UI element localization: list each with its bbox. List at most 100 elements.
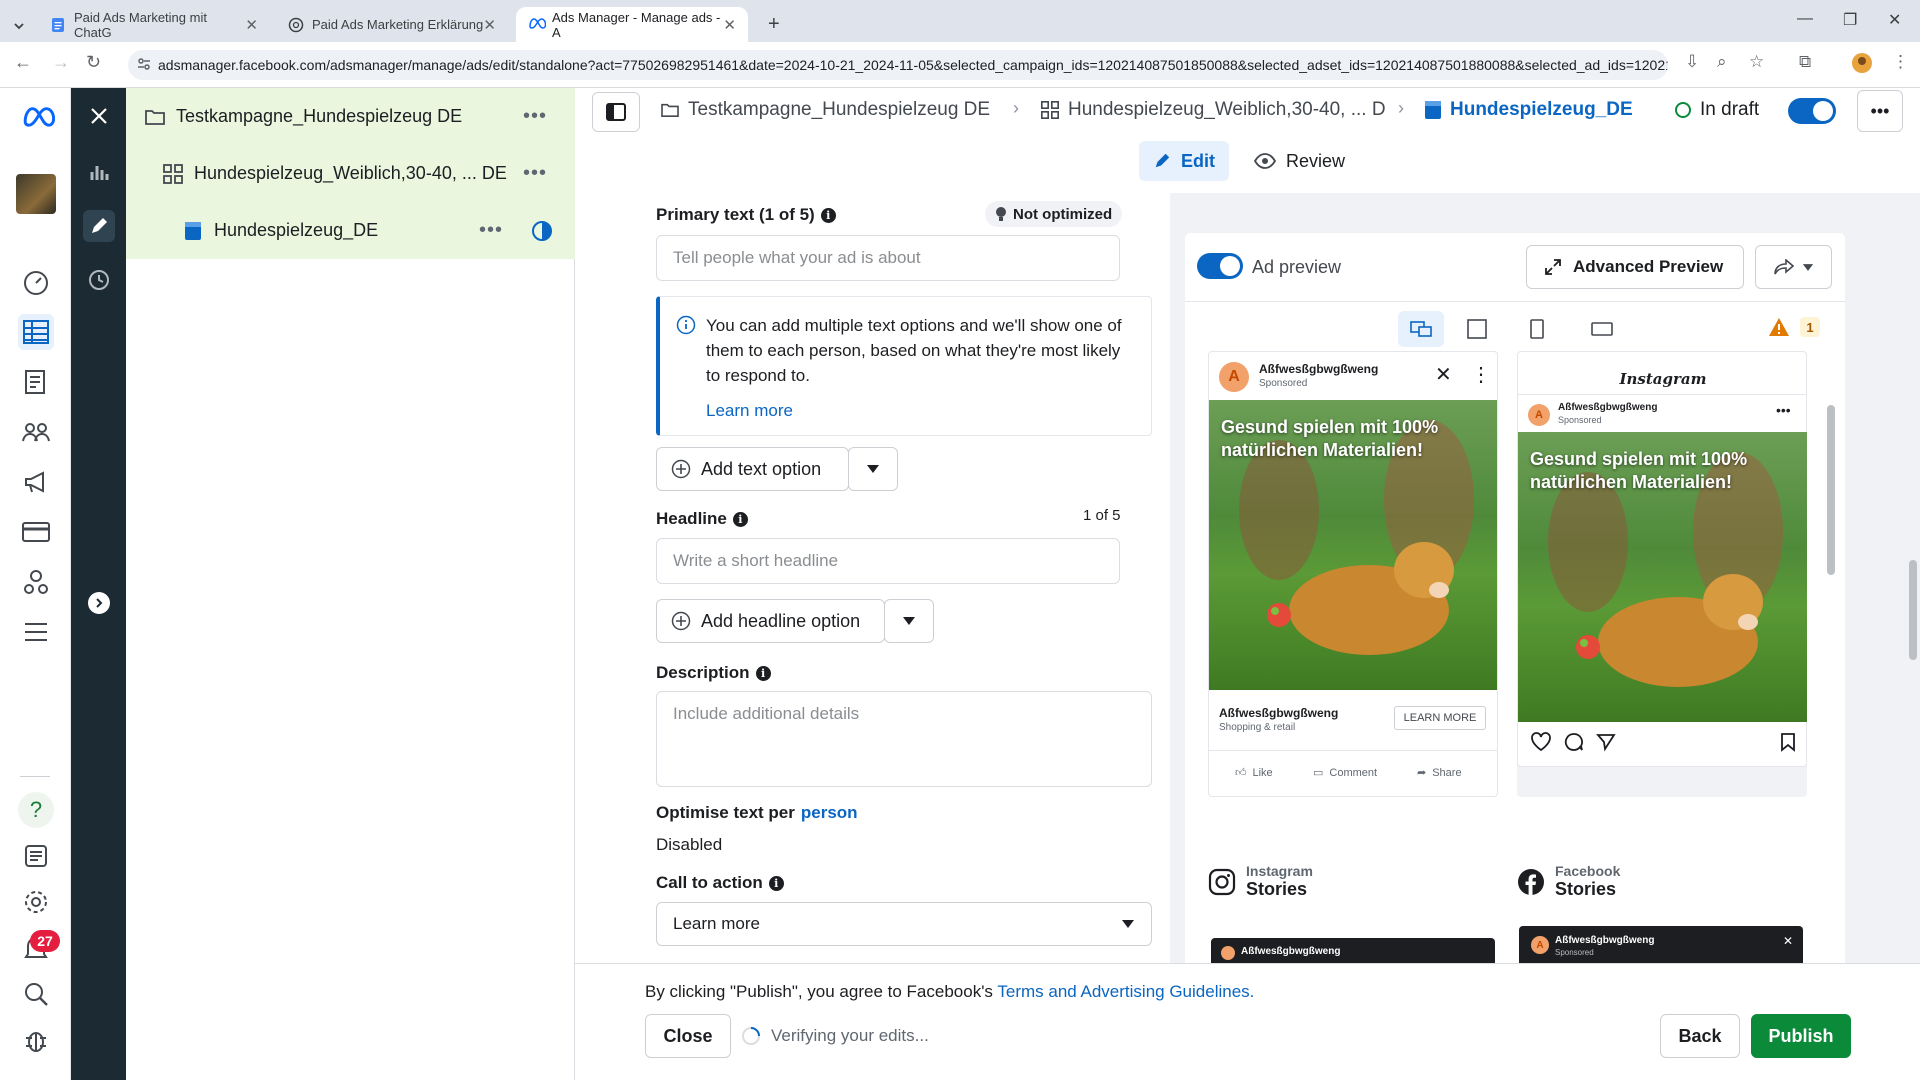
info-icon[interactable]: i (768, 875, 784, 891)
toggle-panel-button[interactable] (592, 92, 640, 132)
breadcrumb-ad[interactable]: Hundespielzeug_DE (1424, 98, 1633, 122)
terms-link[interactable]: Terms and Advertising Guidelines. (997, 982, 1254, 1001)
preview-scrollbar[interactable] (1825, 295, 1837, 953)
bar-chart-icon[interactable] (83, 156, 115, 188)
back-arrow-icon[interactable]: ← (14, 52, 32, 73)
browser-tab-3-active[interactable]: Ads Manager - Manage ads - A ✕ (516, 7, 748, 42)
comment-icon[interactable] (1564, 732, 1584, 752)
publish-button[interactable]: Publish (1751, 1014, 1851, 1058)
add-headline-option-button[interactable]: Add headline option (656, 599, 885, 643)
primary-text-input[interactable]: Tell people what your ad is about (656, 235, 1120, 281)
warning-triangle-icon[interactable] (1768, 317, 1790, 337)
reports-icon[interactable] (18, 364, 54, 400)
settings-gear-icon[interactable] (18, 884, 54, 920)
meta-logo-icon[interactable] (18, 98, 58, 134)
advanced-preview-button[interactable]: Advanced Preview (1526, 245, 1744, 289)
toolbar-more-button[interactable]: ••• (1857, 90, 1903, 132)
browser-menu-icon[interactable]: ⋮ (1892, 52, 1909, 72)
account-avatar[interactable] (16, 174, 56, 214)
back-button[interactable]: Back (1660, 1014, 1740, 1058)
headline-input[interactable]: Write a short headline (656, 538, 1120, 584)
ad-preview-toggle[interactable] (1197, 253, 1243, 279)
bug-report-icon[interactable] (18, 1022, 54, 1058)
expand-chevron-icon[interactable] (88, 592, 110, 614)
tree-ad-row[interactable]: Hundespielzeug_DE ••• (126, 202, 575, 259)
forward-arrow-icon[interactable]: → (52, 52, 70, 73)
audiences-icon[interactable] (18, 414, 54, 450)
review-mode-button[interactable]: Review (1240, 141, 1359, 181)
placement-feeds-icon[interactable] (1398, 311, 1444, 347)
extensions-icon[interactable]: ⧉ (1799, 52, 1811, 72)
more-options-icon[interactable]: ••• (1776, 402, 1791, 418)
close-tab-icon[interactable]: ✕ (483, 16, 496, 34)
close-editor-icon[interactable] (83, 100, 115, 132)
facebook-story-preview[interactable]: A Aßfwesßgbwgßweng Sponsored ✕ (1519, 926, 1803, 963)
browser-tab-1[interactable]: Paid Ads Marketing mit ChatG ✕ (38, 7, 270, 42)
adset-more-options[interactable]: ••• (523, 162, 547, 185)
close-tab-icon[interactable]: ✕ (723, 16, 736, 34)
instagram-feed-preview[interactable]: Instagram A Aßfwesßgbwgßweng Sponsored •… (1517, 351, 1807, 767)
bookmark-star-icon[interactable]: ☆ (1749, 52, 1764, 72)
address-bar[interactable]: adsmanager.facebook.com/adsmanager/manag… (128, 50, 1668, 80)
description-input[interactable]: Include additional details (656, 691, 1152, 787)
close-tab-icon[interactable]: ✕ (245, 16, 258, 34)
business-tools-icon[interactable] (18, 564, 54, 600)
optimise-person-link[interactable]: person (801, 803, 858, 823)
fb-like-action[interactable]: 👍︎ Like (1235, 766, 1273, 780)
campaign-more-options[interactable]: ••• (523, 105, 547, 128)
placement-landscape-icon[interactable] (1591, 321, 1613, 337)
fb-comment-action[interactable]: ▭ Comment (1313, 766, 1377, 780)
profile-avatar[interactable] (1852, 53, 1872, 73)
close-window-icon[interactable]: ✕ (1888, 10, 1901, 30)
megaphone-icon[interactable] (18, 464, 54, 500)
close-icon[interactable]: ✕ (1435, 362, 1452, 387)
info-icon[interactable]: i (755, 665, 771, 681)
edit-pencil-icon[interactable] (83, 210, 115, 242)
tree-adset-row[interactable]: Hundespielzeug_Weiblich,30-40, ... DE ••… (126, 145, 575, 202)
add-text-option-dropdown[interactable] (848, 447, 898, 491)
restore-icon[interactable]: ❐ (1843, 10, 1857, 30)
send-icon[interactable] (1596, 732, 1616, 752)
tree-campaign-row[interactable]: Testkampagne_Hundespielzeug DE ••• (126, 88, 575, 145)
history-clock-icon[interactable] (83, 264, 115, 296)
share-preview-button[interactable] (1755, 245, 1832, 289)
reload-icon[interactable]: ↻ (86, 52, 101, 73)
breadcrumb-adset[interactable]: Hundespielzeug_Weiblich,30-40, ... D (1040, 98, 1386, 122)
help-icon[interactable]: ? (18, 792, 54, 828)
edit-mode-button[interactable]: Edit (1139, 141, 1229, 181)
add-headline-option-dropdown[interactable] (884, 599, 934, 643)
heart-icon[interactable] (1530, 732, 1552, 752)
close-icon[interactable]: ✕ (1783, 934, 1793, 948)
add-text-option-button[interactable]: Add text option (656, 447, 849, 491)
instagram-story-preview[interactable]: Aßfwesßgbwgßweng (1211, 938, 1495, 963)
fb-learn-more-button[interactable]: LEARN MORE (1394, 706, 1486, 730)
new-tab-button[interactable]: + (756, 7, 790, 42)
all-tools-menu-icon[interactable] (18, 614, 54, 650)
browser-tab-2[interactable]: Paid Ads Marketing Erklärung ✕ (276, 7, 508, 42)
call-to-action-select[interactable]: Learn more (656, 902, 1152, 946)
facebook-feed-preview[interactable]: A Aßfwesßgbwgßweng Sponsored ✕ ⋮ Gesund … (1208, 351, 1498, 797)
news-icon[interactable] (18, 838, 54, 874)
dashboard-gauge-icon[interactable] (18, 264, 54, 300)
billing-card-icon[interactable] (18, 514, 54, 550)
info-icon[interactable]: i (732, 511, 748, 527)
placement-square-icon[interactable] (1466, 319, 1488, 339)
site-info-icon[interactable] (136, 56, 152, 72)
placement-vertical-icon[interactable] (1529, 319, 1545, 339)
search-icon[interactable] (18, 976, 54, 1012)
breadcrumb-campaign[interactable]: Testkampagne_Hundespielzeug DE (660, 98, 990, 122)
tip-learn-more-link[interactable]: Learn more (706, 401, 793, 421)
more-options-icon[interactable]: ⋮ (1471, 362, 1491, 387)
ad-more-options[interactable]: ••• (479, 219, 503, 242)
fb-share-action[interactable]: ➦ Share (1417, 766, 1462, 780)
minimize-icon[interactable]: — (1797, 10, 1813, 28)
ads-manager-table-icon[interactable] (18, 314, 54, 350)
ad-on-off-toggle[interactable] (1788, 98, 1836, 124)
info-icon[interactable]: i (820, 207, 836, 223)
close-button[interactable]: Close (645, 1014, 731, 1058)
tab-list-chevron-icon[interactable] (6, 8, 34, 43)
page-scrollbar[interactable] (1908, 200, 1918, 960)
bookmark-icon[interactable] (1780, 732, 1796, 752)
zoom-icon[interactable]: ⌕ (1717, 52, 1727, 72)
install-app-icon[interactable]: ⇩ (1685, 52, 1699, 72)
